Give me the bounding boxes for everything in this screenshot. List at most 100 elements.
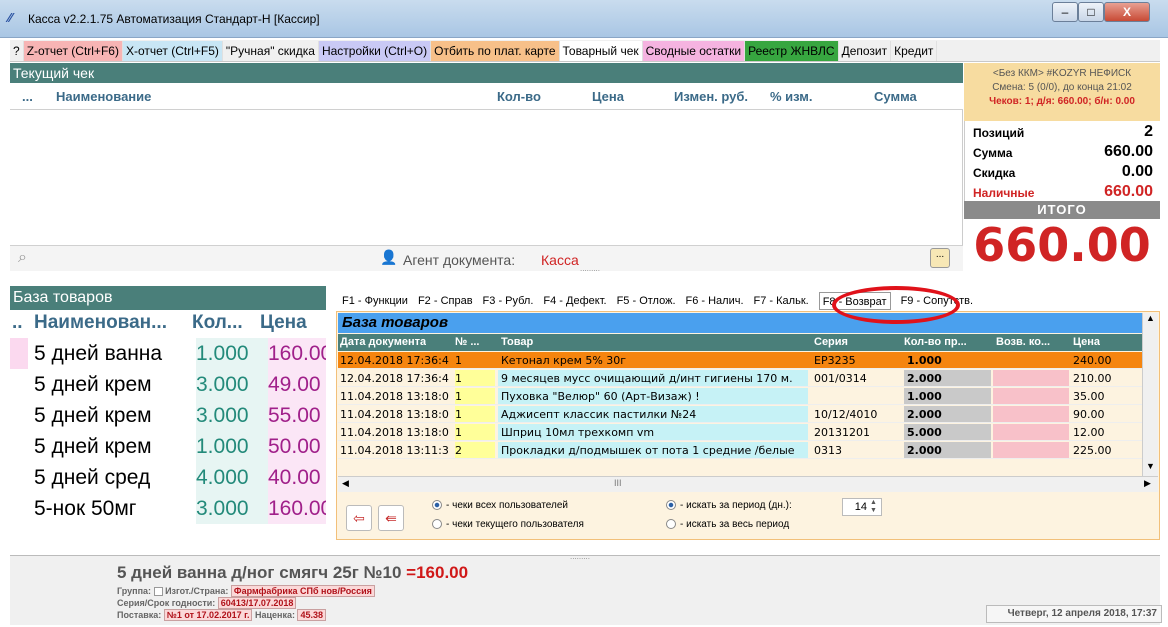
cell-qty: 1.000 bbox=[907, 354, 942, 367]
radio-all-users[interactable]: - чеки всех пользователей bbox=[432, 500, 568, 511]
table-row[interactable]: 11.04.2018 13:18:0 1 Пуховка "Велюр" 60 … bbox=[338, 388, 1142, 405]
col-dots: .. bbox=[12, 312, 23, 333]
card-payment-button[interactable]: Отбить по плат. карте bbox=[431, 40, 560, 61]
col-change[interactable]: Измен. руб. bbox=[674, 89, 748, 104]
table-row[interactable]: 12.04.2018 17:36:4 1 9 месяцев мусс очищ… bbox=[338, 370, 1142, 387]
scroll-right-icon[interactable]: ▶ bbox=[1144, 478, 1151, 489]
col-product[interactable]: Товар bbox=[501, 336, 533, 348]
window-title: Касса v2.2.1.75 Автоматизация Стандарт-Н… bbox=[28, 12, 320, 26]
col-price[interactable]: Цена bbox=[260, 312, 307, 334]
scroll-up-icon[interactable]: ▲ bbox=[1146, 313, 1155, 323]
col-no[interactable]: № ... bbox=[455, 336, 480, 348]
cell-no: 1 bbox=[455, 370, 495, 386]
fkey-defect[interactable]: F4 - Дефект. bbox=[543, 292, 606, 310]
help-button[interactable]: ? bbox=[10, 40, 24, 61]
credit-button[interactable]: Кредит bbox=[891, 40, 938, 61]
col-percent[interactable]: % изм. bbox=[770, 89, 813, 104]
series-value: 60413/17.07.2018 bbox=[217, 597, 297, 609]
shift-info: <Без ККМ> #KOZYR НЕФИСК Смена: 5 (0/0), … bbox=[964, 63, 1160, 121]
item-name: 5-нок 50мг bbox=[34, 497, 137, 520]
fkey-postpone[interactable]: F5 - Отлож. bbox=[617, 292, 676, 310]
cell-return[interactable] bbox=[993, 388, 1069, 404]
table-row[interactable]: 11.04.2018 13:11:3 2 Прокладки д/подмыше… bbox=[338, 442, 1142, 459]
group-label: Группа: bbox=[117, 586, 152, 596]
cell-return[interactable] bbox=[993, 406, 1069, 422]
scroll-down-icon[interactable]: ▼ bbox=[1146, 461, 1155, 471]
kkm-line: <Без ККМ> #KOZYR НЕФИСК bbox=[992, 68, 1132, 79]
current-receipt-grid[interactable] bbox=[10, 110, 963, 245]
table-row[interactable]: 11.04.2018 13:18:0 1 Шприц 10мл трехкомп… bbox=[338, 424, 1142, 441]
radio-period[interactable]: - искать за период (дн.): bbox=[666, 500, 792, 511]
manual-discount-button[interactable]: "Ручная" скидка bbox=[223, 40, 319, 61]
table-row[interactable]: 12.04.2018 17:36:4 1 Кетонал крем 5% 30г… bbox=[338, 352, 1142, 369]
cell-date: 12.04.2018 17:36:4 bbox=[340, 372, 449, 385]
list-item[interactable]: 5 дней ванна 1.000 160.00 bbox=[10, 338, 326, 369]
radio-current-user[interactable]: - чеки текущего пользователя bbox=[432, 519, 584, 530]
minimize-button[interactable]: – bbox=[1052, 2, 1078, 22]
fkey-cash[interactable]: F6 - Налич. bbox=[686, 292, 744, 310]
product-price: =160.00 bbox=[406, 563, 469, 582]
stepper-arrows-icon[interactable]: ▲ ▼ bbox=[870, 499, 877, 515]
col-return-qty[interactable]: Возв. ко... bbox=[996, 336, 1050, 348]
main-toolbar: ? Z-отчет (Ctrl+F6) X-отчет (Ctrl+F5) "Р… bbox=[10, 40, 1160, 62]
col-series[interactable]: Серия bbox=[814, 336, 848, 348]
horizontal-scrollbar[interactable]: ◀ III ▶ bbox=[338, 476, 1158, 492]
cell-product: Шприц 10мл трехкомп vm bbox=[498, 424, 808, 440]
stock-summary-button[interactable]: Сводные остатки bbox=[642, 40, 746, 61]
receipt-button[interactable]: Товарный чек bbox=[559, 40, 643, 61]
agent-label: Агент документа: bbox=[403, 252, 516, 268]
col-price[interactable]: Цена bbox=[1073, 336, 1100, 348]
function-keys: F1 - Функции F2 - Справ F3 - Рубл. F4 - … bbox=[342, 292, 1160, 310]
cell-qty: 1.000 bbox=[904, 388, 991, 404]
scroll-thumb-grip[interactable]: III bbox=[614, 478, 622, 488]
scroll-left-icon[interactable]: ◀ bbox=[342, 478, 349, 489]
totals-panel: Позиций 2 Сумма 660.00 Скидка 0.00 Наличные… bbox=[964, 121, 1160, 201]
x-report-button[interactable]: X-отчет (Ctrl+F5) bbox=[122, 40, 223, 61]
cell-date: 11.04.2018 13:18:0 bbox=[340, 390, 449, 403]
list-item[interactable]: 5 дней крем 3.000 55.00 bbox=[10, 400, 326, 431]
cell-return[interactable] bbox=[993, 442, 1069, 458]
supply-line: Поставка: №1 от 17.02.2017 г. Наценка: 4… bbox=[117, 609, 327, 621]
list-item[interactable]: 5 дней крем 1.000 50.00 bbox=[10, 431, 326, 462]
splitter-grip[interactable]: ......... bbox=[570, 552, 590, 561]
cell-return[interactable] bbox=[993, 370, 1069, 386]
fkey-reference[interactable]: F2 - Справ bbox=[418, 292, 473, 310]
radio-whole-period[interactable]: - искать за весь период bbox=[666, 519, 789, 530]
col-qty[interactable]: Кол... bbox=[192, 312, 243, 334]
list-item[interactable]: 5-нок 50мг 3.000 160.00 bbox=[10, 493, 326, 524]
cell-return[interactable] bbox=[993, 424, 1069, 440]
zhnvls-registry-button[interactable]: Реестр ЖНВЛС bbox=[745, 40, 839, 61]
z-report-button[interactable]: Z-отчет (Ctrl+F6) bbox=[23, 40, 123, 61]
search-icon[interactable]: ⌕ bbox=[18, 249, 27, 267]
vertical-scrollbar[interactable]: ▲ ▼ bbox=[1142, 313, 1158, 481]
table-row[interactable]: 11.04.2018 13:18:0 1 Аджисепт классик па… bbox=[338, 406, 1142, 423]
col-sold-qty[interactable]: Кол-во пр... bbox=[904, 336, 967, 348]
col-sum[interactable]: Сумма bbox=[874, 89, 917, 104]
item-qty: 1.000 bbox=[196, 431, 268, 462]
deposit-button[interactable]: Депозит bbox=[839, 40, 892, 61]
radio-label: - искать за период (дн.): bbox=[680, 500, 792, 511]
settings-button[interactable]: Настройки (Ctrl+O) bbox=[318, 40, 432, 61]
close-button[interactable]: X bbox=[1104, 2, 1150, 22]
group-checkbox[interactable] bbox=[153, 587, 163, 597]
cell-price: 225.00 bbox=[1073, 444, 1112, 457]
fkey-rubles[interactable]: F3 - Рубл. bbox=[483, 292, 534, 310]
col-price[interactable]: Цена bbox=[592, 89, 624, 104]
back-all-arrow-icon[interactable]: ⇚ bbox=[378, 505, 404, 531]
sum-label: Сумма bbox=[973, 146, 1013, 160]
list-item[interactable]: 5 дней сред 4.000 40.00 bbox=[10, 462, 326, 493]
col-name[interactable]: Наименование bbox=[56, 89, 151, 104]
list-item[interactable]: 5 дней крем 3.000 49.00 bbox=[10, 369, 326, 400]
col-qty[interactable]: Кол-во bbox=[497, 89, 541, 104]
group-line: Группа: Изгот./Страна: Фармфабрика СПб н… bbox=[117, 585, 375, 597]
back-arrow-icon[interactable]: ⇦ bbox=[346, 505, 372, 531]
fkey-functions[interactable]: F1 - Функции bbox=[342, 292, 408, 310]
fkey-calculator[interactable]: F7 - Кальк. bbox=[754, 292, 809, 310]
cell-price: 35.00 bbox=[1073, 390, 1105, 403]
agent-select-button[interactable]: ... bbox=[930, 248, 950, 268]
splitter-grip[interactable]: ......... bbox=[580, 264, 600, 273]
cell-return[interactable] bbox=[993, 352, 1069, 368]
col-name[interactable]: Наименован... bbox=[34, 312, 167, 334]
maximize-button[interactable]: □ bbox=[1078, 2, 1104, 22]
col-date[interactable]: Дата документа bbox=[340, 336, 426, 348]
